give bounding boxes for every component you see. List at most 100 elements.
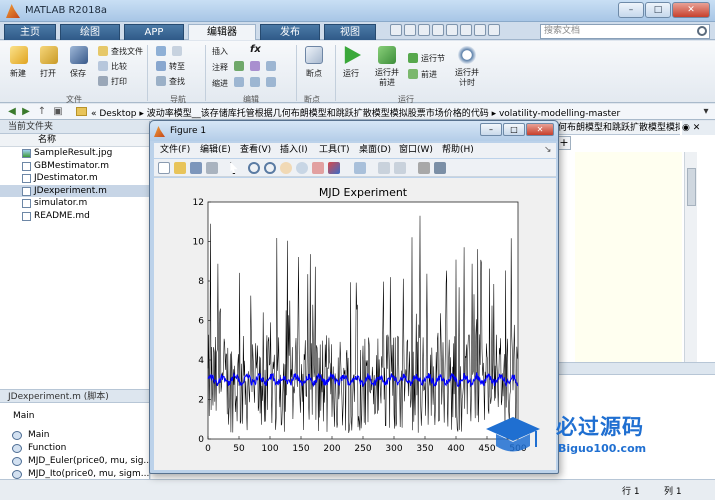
file-item[interactable]: simulator.m [0, 197, 149, 210]
link-plot-icon[interactable] [354, 162, 366, 174]
file-item[interactable]: SampleResult.jpg [0, 147, 149, 160]
function-item[interactable]: MJD_Euler(price0, mu, sig... [12, 455, 152, 467]
function-item[interactable]: Function [12, 442, 66, 454]
tab-publish[interactable]: 发布 [260, 24, 320, 40]
run-section-button[interactable]: 运行节 [421, 53, 445, 64]
search-icon[interactable] [697, 26, 707, 36]
cut-icon[interactable] [404, 24, 416, 36]
editor-document-tab[interactable]: 何布朗模型和跳跃扩散模型模拟股票 [555, 121, 680, 135]
decrease-indent-icon[interactable] [266, 77, 276, 87]
figure-title-bar[interactable]: Figure 1 – □ ✕ [150, 121, 558, 141]
forward-arrow-icon[interactable]: ▶ [20, 106, 32, 118]
figure-minimize-button[interactable]: – [480, 123, 502, 136]
smart-indent-icon[interactable] [234, 77, 244, 87]
menu-help[interactable]: 帮助(H) [442, 143, 474, 158]
find-icon[interactable] [156, 76, 166, 86]
run-and-advance-icon[interactable] [378, 46, 396, 64]
colorbar-icon[interactable] [378, 162, 390, 174]
new-tab-button[interactable]: + [557, 136, 571, 150]
open-file-icon[interactable] [174, 162, 186, 174]
save-figure-icon[interactable] [190, 162, 202, 174]
editor-panel-controls[interactable]: ◉ ✕ [682, 121, 715, 135]
compare-icon[interactable] [98, 61, 108, 71]
code-area[interactable] [575, 152, 682, 362]
file-item[interactable]: GBMestimator.m [0, 160, 149, 173]
open-button[interactable]: 打开 [40, 68, 56, 79]
fx-button[interactable]: fx [250, 44, 261, 55]
comment-button[interactable]: 注释 [212, 62, 228, 73]
figure-maximize-button[interactable]: □ [503, 123, 525, 136]
advance-button[interactable]: 前进 [421, 69, 437, 80]
undo-icon[interactable] [446, 24, 458, 36]
menu-edit[interactable]: 编辑(E) [200, 143, 231, 158]
uncomment-icon[interactable] [266, 61, 276, 71]
scrollbar-thumb[interactable] [687, 168, 696, 206]
file-item[interactable]: JDestimator.m [0, 172, 149, 185]
forward-arrow-icon[interactable] [172, 46, 182, 56]
back-arrow-icon[interactable] [156, 46, 166, 56]
file-item[interactable]: JDexperiment.m [0, 184, 149, 197]
comment-percent-icon[interactable] [234, 61, 244, 71]
menu-desktop[interactable]: 桌面(D) [359, 143, 391, 158]
print-figure-icon[interactable] [206, 162, 218, 174]
minimize-button[interactable]: – [618, 2, 644, 18]
redo-icon[interactable] [460, 24, 472, 36]
folder-path-breadcrumb[interactable]: « Desktop ▸ 波动率模型__该存储库托管根据几何布朗模型和跳跃扩散模型… [91, 106, 620, 119]
up-folder-icon[interactable]: ↑ [36, 106, 48, 118]
legend-icon[interactable] [394, 162, 406, 174]
increase-indent-icon[interactable] [250, 77, 260, 87]
function-item[interactable]: Main [12, 429, 50, 441]
show-plot-tools-icon[interactable] [434, 162, 446, 174]
tab-editor[interactable]: 编辑器 [188, 24, 256, 40]
search-documentation-input[interactable]: 搜索文档 [540, 24, 710, 39]
run-and-time-button[interactable]: 运行并 计时 [455, 68, 479, 88]
tab-view[interactable]: 视图 [324, 24, 376, 40]
help-icon[interactable] [488, 24, 500, 36]
save-icon[interactable] [70, 46, 88, 64]
save-icon[interactable] [390, 24, 402, 36]
editor-vertical-scrollbar[interactable] [684, 152, 697, 362]
goto-button[interactable]: 转至 [169, 61, 185, 72]
menu-window[interactable]: 窗口(W) [399, 143, 433, 158]
goto-icon[interactable] [156, 61, 166, 71]
file-item[interactable]: README.md [0, 210, 149, 223]
switch-windows-icon[interactable] [474, 24, 486, 36]
find-files-icon[interactable] [98, 46, 108, 56]
rotate-3d-icon[interactable] [296, 162, 308, 174]
run-and-time-icon[interactable] [458, 46, 476, 64]
menu-view[interactable]: 查看(V) [240, 143, 271, 158]
data-cursor-icon[interactable] [312, 162, 324, 174]
compare-button[interactable]: 比较 [111, 61, 127, 72]
breakpoints-icon[interactable] [305, 46, 323, 64]
advance-icon[interactable] [408, 69, 418, 79]
insert-button[interactable]: 插入 [212, 46, 228, 57]
menu-file[interactable]: 文件(F) [160, 143, 190, 158]
name-column-header[interactable]: 名称 [0, 134, 149, 147]
maximize-button[interactable]: □ [645, 2, 671, 18]
new-icon[interactable] [10, 46, 28, 64]
save-button[interactable]: 保存 [70, 68, 86, 79]
breakpoints-button[interactable]: 断点 [306, 68, 322, 79]
brush-icon[interactable] [328, 162, 340, 174]
path-dropdown-icon[interactable]: ▾ [700, 106, 712, 118]
close-button[interactable]: ✕ [672, 2, 710, 18]
zoom-out-icon[interactable] [264, 162, 276, 174]
find-button[interactable]: 查找 [169, 76, 185, 87]
find-files-button[interactable]: 查找文件 [111, 46, 143, 57]
open-folder-icon[interactable] [40, 46, 58, 64]
run-icon[interactable] [344, 46, 361, 64]
wrap-comments-icon[interactable] [250, 61, 260, 71]
back-arrow-icon[interactable]: ◀ [6, 106, 18, 118]
tab-apps[interactable]: APP [124, 24, 184, 40]
indent-button[interactable]: 缩进 [212, 78, 228, 89]
hide-plot-tools-icon[interactable] [418, 162, 430, 174]
tab-home[interactable]: 主页 [4, 24, 56, 40]
new-figure-icon[interactable] [158, 162, 170, 174]
dock-icon[interactable]: ↘ [544, 143, 552, 158]
browse-folder-icon[interactable]: ▣ [52, 106, 64, 118]
copy-icon[interactable] [418, 24, 430, 36]
new-button[interactable]: 新建 [10, 68, 26, 79]
menu-tools[interactable]: 工具(T) [319, 143, 350, 158]
tab-plots[interactable]: 绘图 [60, 24, 120, 40]
run-and-advance-button[interactable]: 运行并 前进 [375, 68, 399, 88]
